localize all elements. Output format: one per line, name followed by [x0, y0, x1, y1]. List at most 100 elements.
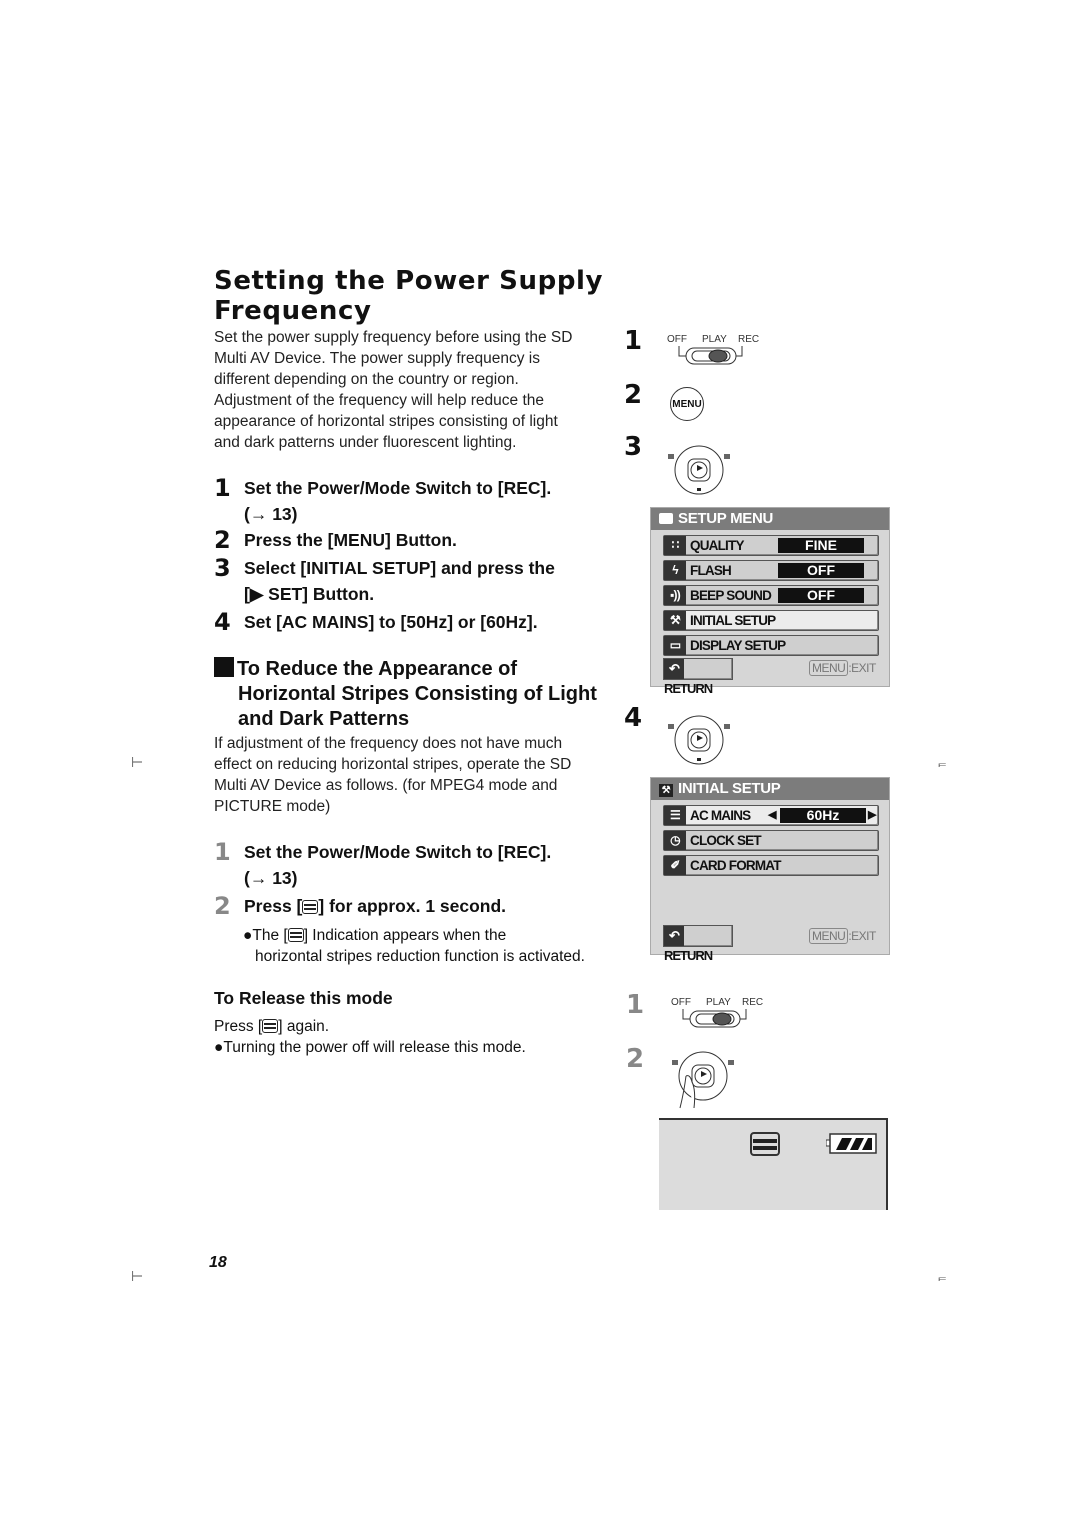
stripe-reduction-icon	[262, 1019, 279, 1033]
menu-item-label: CLOCK SET	[690, 833, 762, 848]
section-heading: To Reduce the Appearance of Horizontal S…	[214, 657, 597, 732]
stripe-reduction-indicator-icon	[750, 1132, 780, 1156]
camera-icon	[659, 513, 673, 524]
step-text: Set the Power/Mode Switch to [REC].	[244, 842, 552, 862]
intro-line: Set the power supply frequency before us…	[214, 329, 573, 346]
illustration-number: 3	[624, 432, 643, 462]
step-number: 2	[214, 526, 231, 554]
note: ●The [] Indication appears when the hori…	[243, 925, 585, 967]
step-number: 1	[214, 838, 231, 866]
step-number: 3	[214, 554, 231, 582]
step-text: (→ 13)	[244, 504, 298, 524]
menu-item-label: INITIAL SETUP	[690, 613, 776, 628]
heading-line: To Reduce the Appearance of	[237, 658, 518, 680]
menu-item-value: OFF	[778, 563, 864, 578]
section2-steps: 1 Set the Power/Mode Switch to [REC]. (→…	[214, 839, 614, 919]
exit-hint: MENU:EXIT	[809, 660, 876, 676]
intro-paragraph: Set the power supply frequency before us…	[214, 327, 572, 453]
battery-icon	[826, 1133, 877, 1154]
menu-item-quality[interactable]: ∷ QUALITY FINE	[663, 535, 879, 556]
menu-item-clock-set[interactable]: ◷ CLOCK SET	[663, 830, 879, 851]
return-icon: ↶	[664, 926, 684, 946]
stripe-reduction-icon	[287, 928, 304, 942]
switch-slider-icon	[682, 1009, 747, 1028]
initial-setup-header: ⚒ INITIAL SETUP	[651, 778, 889, 800]
lcd-screen	[659, 1118, 888, 1210]
menu-key: MENU	[809, 660, 849, 676]
return-button[interactable]: ↶ RETURN	[663, 925, 733, 963]
text-part: horizontal stripes reduction function is…	[255, 948, 585, 965]
joystick-icon[interactable]	[664, 708, 734, 768]
display-icon: ▭	[664, 636, 686, 655]
clock-icon: ◷	[664, 831, 686, 850]
step-number: 2	[214, 892, 231, 920]
illustration-number: 4	[624, 703, 643, 733]
illustration-number: 2	[624, 380, 643, 410]
menu-key: MENU	[809, 928, 849, 944]
title-line: Frequency	[214, 296, 372, 326]
illustration-number: 1	[626, 990, 645, 1020]
release-heading: To Release this mode	[214, 988, 393, 1008]
menu-item-label: AC MAINS	[690, 808, 751, 823]
intro-line: Adjustment of the frequency will help re…	[214, 392, 544, 409]
wrench-icon: ⚒	[659, 784, 673, 797]
paragraph-line: Multi AV Device as follows. (for MPEG4 m…	[214, 777, 558, 794]
menu-item-flash[interactable]: ϟ FLASH OFF	[663, 560, 879, 581]
initial-setup-screen: ⚒ INITIAL SETUP ☰ AC MAINS ◀ 60Hz ▶ ◷ CLO…	[650, 777, 890, 963]
joystick-press-icon[interactable]	[668, 1042, 738, 1112]
step-item: 1 Set the Power/Mode Switch to [REC]. (→…	[214, 839, 614, 893]
heading-line: and Dark Patterns	[238, 708, 410, 730]
text-part: ] for approx. 1 second.	[318, 896, 507, 916]
joystick-icon[interactable]	[664, 438, 734, 498]
step-item: 3 Select [INITIAL SETUP] and press the […	[214, 555, 614, 609]
square-bullet-icon	[214, 657, 234, 677]
heading-line: Horizontal Stripes Consisting of Light	[238, 683, 597, 705]
menu-item-value: OFF	[778, 588, 864, 603]
step-number: 1	[214, 474, 231, 502]
section2-paragraph: If adjustment of the frequency does not …	[214, 733, 571, 817]
menu-item-label: CARD FORMAT	[690, 858, 781, 873]
power-mode-switch[interactable]: OFF PLAY REC	[668, 997, 768, 1037]
text-part: ●Turning the power off will release this…	[214, 1039, 526, 1056]
step-item: 1 Set the Power/Mode Switch to [REC]. (→…	[214, 475, 614, 527]
illustration-number: 2	[626, 1044, 645, 1074]
title-line: Setting the Power Supply	[214, 266, 604, 296]
step-item: 2 Press the [MENU] Button.	[214, 527, 614, 555]
menu-item-card-format[interactable]: ✐ CARD FORMAT	[663, 855, 879, 876]
intro-line: and dark patterns under fluorescent ligh…	[214, 434, 517, 451]
step-text: Press the [MENU] Button.	[244, 530, 457, 550]
text-part: ] again.	[278, 1018, 330, 1035]
intro-line: Multi AV Device. The power supply freque…	[214, 350, 540, 367]
release-body: Press [ ] again. ●Turning the power off w…	[214, 1016, 526, 1058]
menu-item-beep-sound[interactable]: ▪)) BEEP SOUND OFF	[663, 585, 879, 606]
menu-item-value: FINE	[778, 538, 864, 553]
power-mode-switch[interactable]: OFF PLAY REC	[664, 334, 764, 374]
return-button[interactable]: ↶ RETURN	[663, 658, 733, 696]
beep-icon: ▪))	[664, 586, 686, 605]
steps-list: 1 Set the Power/Mode Switch to [REC]. (→…	[214, 475, 614, 635]
crop-mark: ⊢	[131, 1268, 144, 1284]
illustration-number: 1	[624, 326, 643, 356]
step-number: 4	[214, 608, 231, 636]
menu-item-value: 60Hz	[780, 808, 866, 823]
menu-item-display-setup[interactable]: ▭ DISPLAY SETUP	[663, 635, 879, 656]
menu-button[interactable]: MENU	[670, 387, 704, 421]
exit-label: :EXIT	[848, 661, 876, 675]
text-part: ] Indication appears when the	[303, 927, 507, 944]
menu-item-label: FLASH	[690, 563, 732, 578]
exit-label: :EXIT	[848, 929, 876, 943]
menu-item-ac-mains[interactable]: ☰ AC MAINS ◀ 60Hz ▶	[663, 805, 879, 826]
menu-item-initial-setup[interactable]: ⚒ INITIAL SETUP	[663, 610, 879, 631]
step-item: 2 Press [] for approx. 1 second.	[214, 893, 614, 919]
page-title: Setting the Power Supply Frequency	[214, 266, 603, 326]
step-text: (→ 13)	[244, 868, 298, 888]
intro-line: different depending on the country or re…	[214, 371, 519, 388]
text-part: Press [	[214, 1018, 263, 1035]
return-icon: ↶	[664, 659, 684, 679]
left-arrow-icon[interactable]: ◀	[768, 806, 776, 825]
return-label: RETURN	[664, 948, 713, 963]
paragraph-line: If adjustment of the frequency does not …	[214, 735, 563, 752]
page-number: 18	[209, 1254, 227, 1271]
step-text: Set [AC MAINS] to [50Hz] or [60Hz].	[244, 612, 538, 632]
right-arrow-icon[interactable]: ▶	[868, 806, 876, 825]
